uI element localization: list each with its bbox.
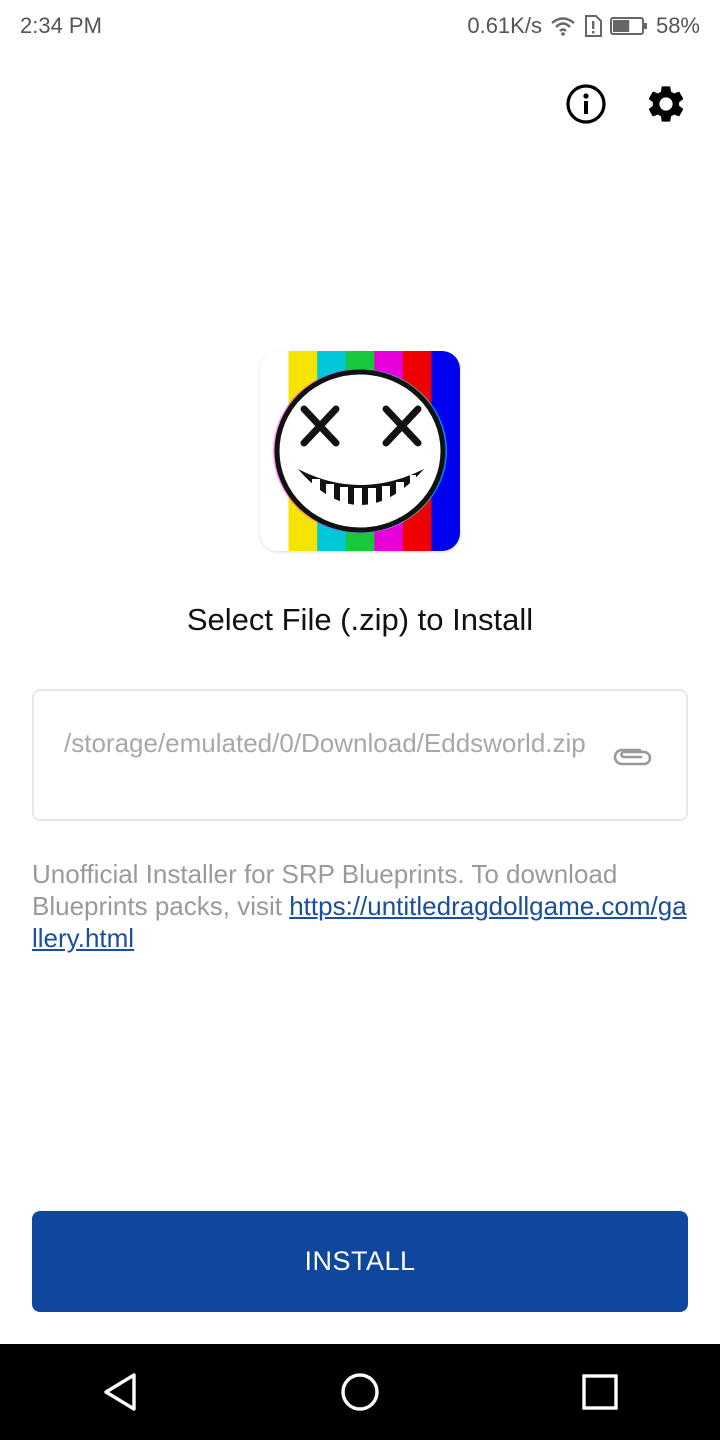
- nav-back-button[interactable]: [80, 1352, 160, 1432]
- back-triangle-icon: [104, 1373, 136, 1411]
- battery-icon: [609, 16, 648, 36]
- nav-home-button[interactable]: [320, 1352, 400, 1432]
- attach-file-button[interactable]: [606, 731, 658, 783]
- battery-percent: 58%: [655, 13, 700, 38]
- info-icon: [566, 84, 606, 124]
- info-button[interactable]: [564, 80, 608, 128]
- file-path-field[interactable]: /storage/emulated/0/Download/Eddsworld.z…: [32, 689, 688, 821]
- wifi-icon: [550, 16, 576, 36]
- recents-square-icon: [582, 1374, 618, 1410]
- install-button[interactable]: INSTALL: [32, 1211, 688, 1312]
- settings-button[interactable]: [644, 80, 688, 128]
- network-speed: 0.61K/s: [467, 13, 542, 38]
- description-text: Unofficial Installer for SRP Blueprints.…: [32, 858, 688, 954]
- app-screen: 2:34 PM 0.61K/s 58% Select File (.zip) t…: [0, 0, 720, 1440]
- alert-icon: [584, 15, 602, 37]
- status-indicators: 0.61K/s 58%: [467, 13, 700, 39]
- glitch-smiley-app-icon: [260, 351, 460, 551]
- settings-gear-icon: [648, 86, 684, 122]
- status-bar: 2:34 PM 0.61K/s 58%: [0, 0, 720, 52]
- top-toolbar: [564, 80, 688, 128]
- status-time: 2:34 PM: [20, 13, 102, 38]
- paperclip-icon: [613, 748, 652, 766]
- system-nav-bar: [0, 1344, 720, 1440]
- page-title: Select File (.zip) to Install: [186, 602, 534, 637]
- nav-recents-button[interactable]: [560, 1352, 640, 1432]
- file-path-text: /storage/emulated/0/Download/Eddsworld.z…: [64, 728, 586, 758]
- home-circle-icon: [341, 1373, 379, 1411]
